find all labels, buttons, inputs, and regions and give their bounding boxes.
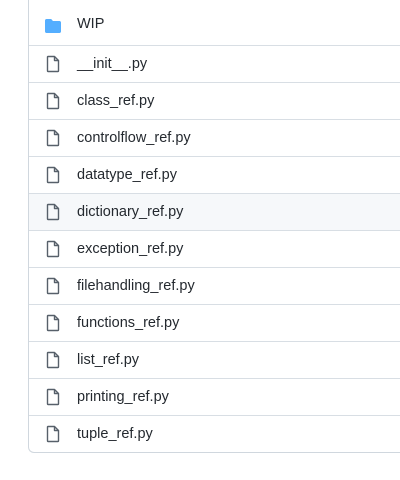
file-name[interactable]: controlflow_ref.py	[77, 130, 191, 146]
file-name[interactable]: exception_ref.py	[77, 241, 183, 257]
file-row[interactable]: tuple_ref.py	[29, 415, 400, 452]
file-row[interactable]: class_ref.py	[29, 82, 400, 119]
file-browser-page: WIP __init__.py class_ref.py controlflow_r…	[0, 0, 400, 480]
folder-name[interactable]: WIP	[77, 16, 104, 32]
file-row[interactable]: datatype_ref.py	[29, 156, 400, 193]
file-name[interactable]: functions_ref.py	[77, 315, 179, 331]
file-list: WIP __init__.py class_ref.py controlflow_r…	[28, 0, 400, 453]
file-name[interactable]: datatype_ref.py	[77, 167, 177, 183]
file-icon	[44, 277, 62, 295]
file-icon	[44, 425, 62, 443]
file-row[interactable]: filehandling_ref.py	[29, 267, 400, 304]
file-row[interactable]: dictionary_ref.py	[29, 193, 400, 230]
file-icon	[44, 129, 62, 147]
file-icon	[44, 388, 62, 406]
folder-icon	[44, 17, 62, 35]
file-icon	[44, 166, 62, 184]
file-name[interactable]: dictionary_ref.py	[77, 204, 183, 220]
file-name[interactable]: class_ref.py	[77, 93, 154, 109]
file-icon	[44, 351, 62, 369]
file-icon	[44, 240, 62, 258]
file-icon	[44, 314, 62, 332]
file-row[interactable]: controlflow_ref.py	[29, 119, 400, 156]
file-name[interactable]: list_ref.py	[77, 352, 139, 368]
file-row[interactable]: functions_ref.py	[29, 304, 400, 341]
file-row[interactable]: list_ref.py	[29, 341, 400, 378]
file-row[interactable]: exception_ref.py	[29, 230, 400, 267]
file-icon	[44, 92, 62, 110]
file-row[interactable]: printing_ref.py	[29, 378, 400, 415]
file-icon	[44, 55, 62, 73]
file-name[interactable]: tuple_ref.py	[77, 426, 153, 442]
folder-row-wip[interactable]: WIP	[29, 0, 400, 45]
file-icon	[44, 203, 62, 221]
file-name[interactable]: filehandling_ref.py	[77, 278, 195, 294]
file-name[interactable]: printing_ref.py	[77, 389, 169, 405]
file-row[interactable]: __init__.py	[29, 45, 400, 82]
file-name[interactable]: __init__.py	[77, 56, 147, 72]
